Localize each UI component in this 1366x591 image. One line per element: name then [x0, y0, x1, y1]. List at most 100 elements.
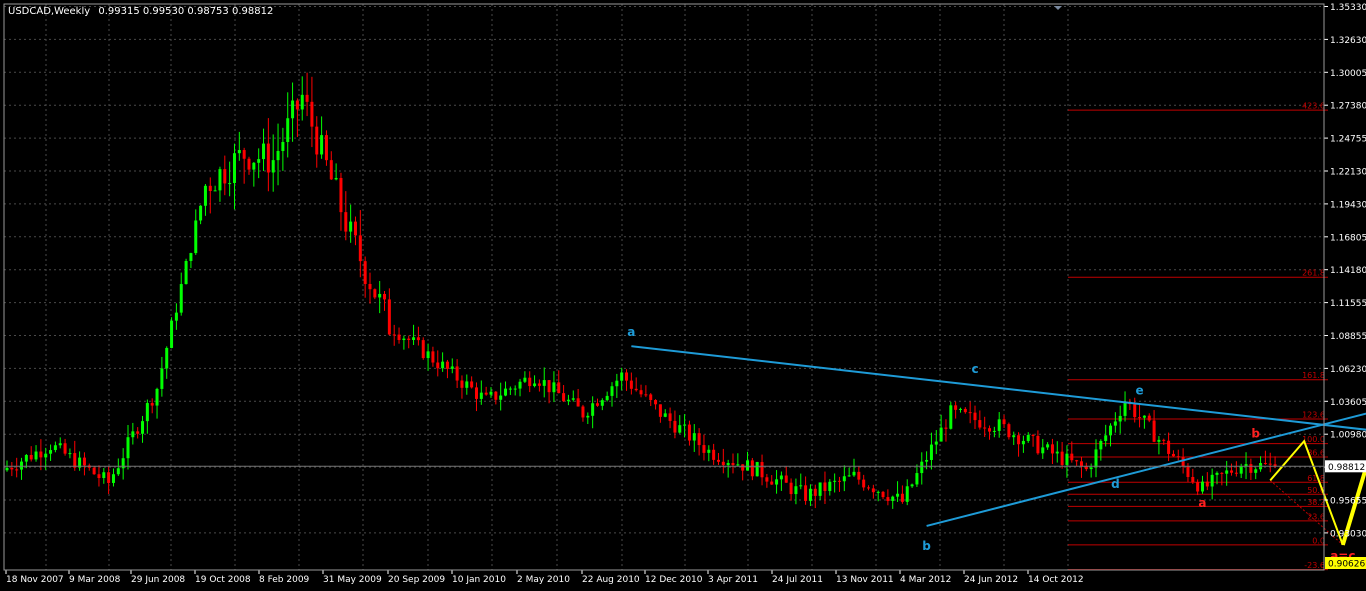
candle-body [833, 480, 837, 482]
candle-body [1249, 464, 1253, 473]
candle-body [474, 387, 478, 399]
candle-body [208, 185, 212, 192]
candle-body [779, 475, 783, 480]
low-price-label: 0.90626 [1328, 560, 1365, 570]
candle-body [1167, 440, 1171, 454]
candle-body [387, 299, 391, 335]
x-tick-label: 24 Jul 2011 [772, 575, 823, 585]
fib-level-label: -23.6 [1304, 561, 1325, 570]
candle-body [1036, 435, 1040, 454]
candle-body [431, 351, 435, 363]
x-tick-label: 2 May 2010 [517, 575, 570, 585]
candle-body [760, 462, 764, 478]
candle-body [39, 451, 43, 458]
candle-body [847, 475, 851, 477]
candle-body [1133, 404, 1137, 418]
candle-body [286, 118, 290, 142]
wave-label: c [971, 362, 978, 376]
candle-body [673, 420, 677, 433]
fib-level-label: 0.0 [1312, 536, 1325, 545]
candle-body [1268, 463, 1272, 465]
candle-body [876, 491, 880, 493]
candle-body [271, 160, 275, 173]
candle-body [1215, 472, 1219, 475]
wave-label: e [1135, 383, 1143, 397]
candle-body [581, 406, 585, 418]
candle-body [504, 388, 508, 396]
candle-body [954, 405, 958, 410]
candle-body [1046, 444, 1050, 448]
candle-body [145, 403, 149, 422]
candle-body [349, 221, 353, 232]
candle-body [1094, 449, 1098, 468]
candle-body [552, 382, 556, 393]
candle-body [794, 486, 798, 495]
candle-body [920, 461, 924, 474]
candle-body [566, 399, 570, 402]
candle-body [658, 404, 662, 417]
candle-body [1017, 435, 1021, 445]
candle-body [20, 461, 24, 470]
candle-body [407, 338, 411, 340]
ohlc-values: 0.99315 0.99530 0.98753 0.98812 [98, 6, 273, 17]
candle-body [1021, 440, 1025, 445]
candle-body [1031, 434, 1035, 436]
candle-body [731, 462, 735, 466]
candle-body [663, 413, 667, 417]
candle-body [518, 381, 522, 389]
y-tick-label: 1.22130 [1330, 168, 1366, 178]
chart-window[interactable]: 423.6 261.8 161.8 123.6 100.0 86.6 61.8 50.0 38.… [0, 0, 1366, 591]
x-tick-label: 4 Mar 2012 [900, 575, 951, 585]
candle-body [625, 372, 629, 381]
y-tick-label: 1.19430 [1330, 200, 1366, 210]
price-chart[interactable]: 423.6261.8161.8123.6100.086.661.850.038.… [0, 0, 1366, 591]
candle-body [421, 340, 425, 359]
candle-body [489, 391, 493, 395]
candle-body [184, 260, 188, 285]
y-tick-label: 0.95655 [1330, 497, 1366, 507]
wave-label: a [627, 325, 635, 339]
candle-body [1075, 460, 1079, 462]
candle-body [416, 337, 420, 341]
candle-body [813, 488, 817, 496]
candle-body [818, 482, 822, 496]
candle-body [111, 474, 115, 483]
candle-body [886, 497, 890, 501]
candle-body [150, 403, 154, 406]
candle-body [484, 392, 488, 395]
y-tick-label: 1.06230 [1330, 365, 1366, 375]
candle-body [978, 420, 982, 428]
y-tick-label: 1.32630 [1330, 36, 1366, 46]
candle-body [900, 493, 904, 502]
candle-body [721, 461, 725, 466]
candle-body [862, 479, 866, 488]
candle-body [712, 449, 716, 460]
candle-body [1104, 435, 1108, 441]
candle-body [1210, 474, 1214, 487]
candle-body [334, 177, 338, 180]
candle-body [1138, 417, 1142, 419]
candle-body [5, 467, 9, 471]
candle-body [983, 427, 987, 429]
candle-body [687, 424, 691, 441]
candle-body [925, 459, 929, 462]
candle-body [199, 205, 203, 221]
candle-body [189, 253, 193, 261]
candle-body [542, 380, 546, 386]
candle-body [683, 424, 687, 426]
candle-body [1157, 439, 1161, 442]
candle-body [107, 472, 111, 483]
candle-body [232, 153, 236, 184]
y-tick-label: 1.24755 [1330, 135, 1366, 145]
x-tick-label: 14 Oct 2012 [1028, 575, 1084, 585]
candle-body [1225, 470, 1229, 474]
candle-body [891, 496, 895, 501]
candle-body [741, 464, 745, 471]
candle-body [784, 475, 788, 483]
candle-body [765, 477, 769, 482]
candle-body [499, 395, 503, 400]
candle-body [1099, 440, 1103, 450]
candle-body [281, 141, 285, 152]
candle-body [1113, 421, 1117, 426]
candle-body [1171, 453, 1175, 457]
